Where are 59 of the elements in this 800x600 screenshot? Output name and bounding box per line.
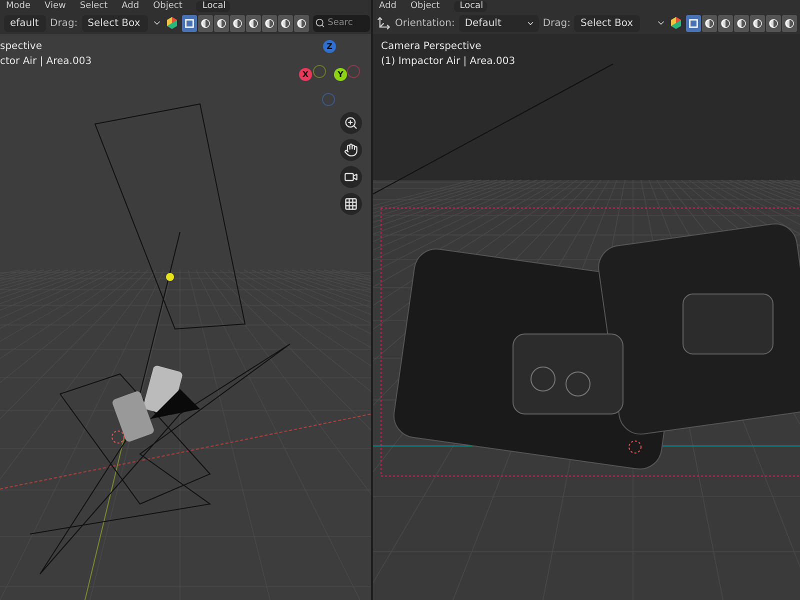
shading-toggle[interactable] [750, 14, 766, 32]
hexagon-icon [166, 17, 178, 29]
zoom-button[interactable] [340, 112, 362, 134]
shading-toggle[interactable] [782, 14, 798, 32]
menu-item[interactable]: Mode [6, 0, 31, 12]
search-icon [314, 18, 325, 28]
shading-toggle[interactable] [230, 14, 245, 32]
drag-dropdown[interactable]: Select Box [574, 14, 640, 32]
shading-toggle[interactable] [766, 14, 782, 32]
shading-toggle[interactable] [718, 14, 734, 32]
shading-toggle[interactable] [246, 14, 261, 32]
camera-button[interactable] [340, 166, 362, 188]
viewport-info-text: Camera Perspective [381, 40, 482, 54]
shading-toggle[interactable] [214, 14, 229, 32]
search-field[interactable]: Searc [312, 14, 370, 32]
viewport-info-text: ctor Air | Area.003 [0, 55, 92, 69]
shading-toggle[interactable] [294, 14, 309, 32]
shading-icon [704, 18, 716, 28]
viewport-info-text: (1) Impactor Air | Area.003 [381, 55, 516, 69]
drag-label: Drag: [50, 18, 78, 28]
shading-toggle[interactable] [734, 14, 750, 32]
x-axis-button[interactable]: X [299, 68, 312, 81]
grid-icon [344, 197, 358, 211]
shading-toggle[interactable] [198, 14, 213, 32]
menu-item[interactable]: Add [122, 0, 140, 12]
grid-button[interactable] [340, 193, 362, 215]
select-icon [184, 18, 195, 28]
drag-label: Drag: [542, 18, 570, 28]
viewport-info-text: spective [0, 40, 42, 54]
shading-toggle[interactable] [278, 14, 293, 32]
menu-item[interactable]: Select [80, 0, 108, 12]
axis-circle-icon [347, 65, 360, 78]
menu-item[interactable]: View [44, 0, 66, 12]
y-axis-button[interactable]: Y [334, 68, 347, 81]
transform-dropdown[interactable]: Local [196, 0, 230, 12]
pan-button[interactable] [340, 139, 362, 161]
shading-toggle[interactable] [702, 14, 718, 32]
select-icon [688, 18, 700, 28]
orientation-dropdown[interactable]: Default [458, 14, 539, 32]
shading-toggle[interactable] [182, 14, 197, 32]
camera-icon [344, 170, 358, 184]
menu-item[interactable]: Object [153, 0, 182, 12]
zoom-icon [344, 116, 358, 130]
shading-icon [200, 18, 211, 28]
z-axis-button[interactable]: Z [323, 40, 336, 53]
menu-item[interactable]: Object [410, 0, 440, 12]
axis-circle-icon [322, 93, 335, 106]
transform-dropdown[interactable]: Local [454, 0, 488, 12]
drag-dropdown[interactable]: Select Box [82, 14, 148, 32]
search-input[interactable]: Searc [328, 18, 368, 28]
hexagon-icon [670, 17, 682, 29]
orientation-icon [377, 16, 391, 30]
shading-toggle[interactable] [686, 14, 702, 32]
orientation-label: Orientation: [395, 18, 455, 28]
shading-toggle[interactable] [262, 14, 277, 32]
hand-icon [344, 143, 358, 157]
axis-circle-icon [313, 65, 326, 78]
orientation-dropdown[interactable]: efault [4, 14, 46, 32]
menu-item[interactable]: Add [379, 0, 396, 12]
